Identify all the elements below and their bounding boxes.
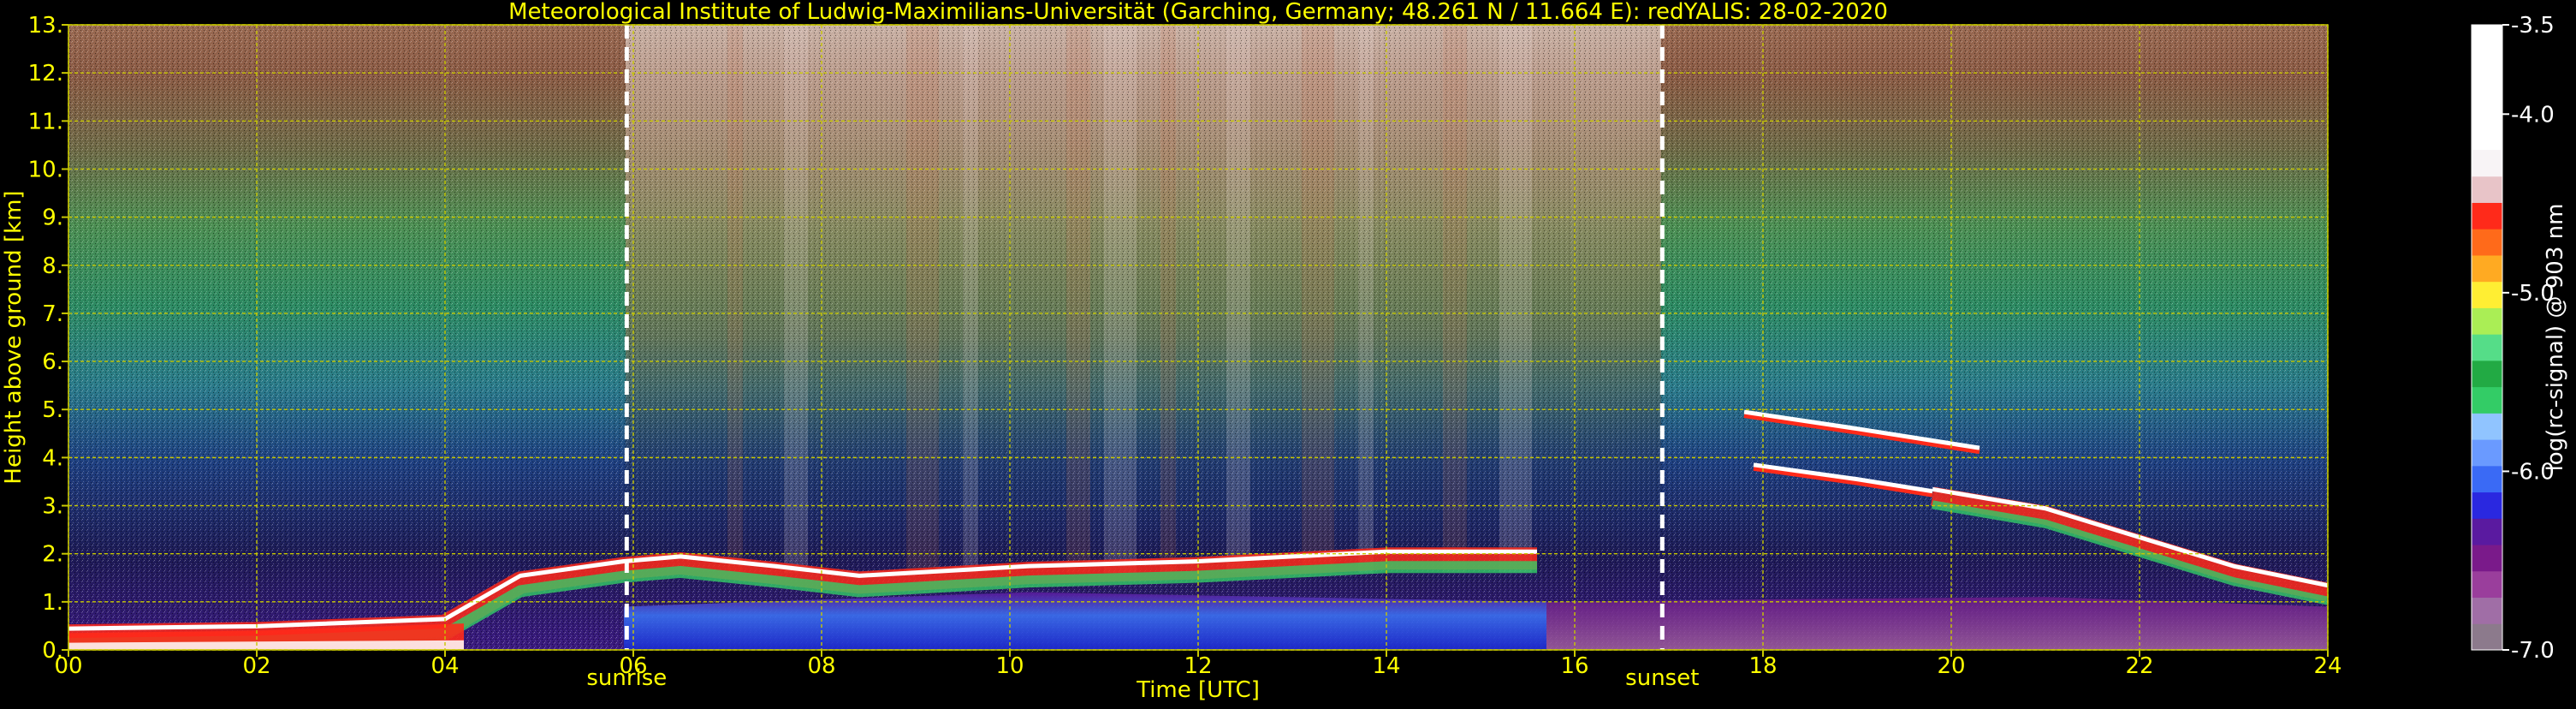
y-tick-label: 12. bbox=[28, 61, 63, 86]
y-tick-label: 10. bbox=[28, 157, 63, 182]
x-tick-label: 18 bbox=[1748, 653, 1777, 679]
y-tick-label: 4. bbox=[42, 445, 63, 471]
y-tick-label: 5. bbox=[42, 397, 63, 423]
x-axis: 00 02 04 06 08 10 12 14 16 18 20 22 24 bbox=[54, 650, 2342, 679]
colorbar-segment bbox=[2472, 597, 2502, 624]
colorbar-segment bbox=[2472, 150, 2502, 177]
colorbar-segment bbox=[2472, 465, 2502, 493]
chart-title: Meteorological Institute of Ludwig-Maxim… bbox=[508, 0, 1888, 25]
colorbar-segment bbox=[2472, 413, 2502, 440]
y-tick-label: 11. bbox=[28, 109, 63, 134]
y-tick-label: 0. bbox=[42, 638, 63, 664]
colorbar-tick-label: -4.0 bbox=[2511, 102, 2555, 128]
y-tick-label: 2. bbox=[42, 542, 63, 568]
x-tick-label: 24 bbox=[2313, 653, 2342, 679]
y-tick-label: 13. bbox=[28, 13, 63, 39]
colorbar-segment bbox=[2472, 492, 2502, 519]
event-label: sunset bbox=[1625, 665, 1699, 691]
colorbar-segment bbox=[2472, 281, 2502, 308]
x-tick-label: 22 bbox=[2125, 653, 2153, 679]
colorbar-segment bbox=[2472, 439, 2502, 467]
x-axis-label: Time [UTC] bbox=[1136, 677, 1260, 703]
colorbar-tick-label: -3.5 bbox=[2511, 13, 2555, 39]
x-tick-label: 14 bbox=[1372, 653, 1400, 679]
colorbar-segment bbox=[2472, 307, 2502, 335]
y-tick-label: 9. bbox=[42, 206, 63, 231]
x-tick-label: 16 bbox=[1560, 653, 1588, 679]
x-tick-label: 06 bbox=[619, 653, 647, 679]
colorbar-segment bbox=[2472, 570, 2502, 599]
y-tick-label: 8. bbox=[42, 253, 63, 279]
x-tick-label: 08 bbox=[807, 653, 835, 679]
colorbar-segment bbox=[2472, 202, 2502, 229]
colorbar-segment bbox=[2472, 360, 2502, 388]
y-tick-label: 6. bbox=[42, 349, 63, 375]
colorbar-segment bbox=[2472, 386, 2502, 414]
lidar-figure: sunrise sunset 00 02 04 06 08 10 12 14 16 18 20 22 24… bbox=[0, 0, 2576, 706]
x-tick-label: 12 bbox=[1184, 653, 1212, 679]
x-tick-label: 10 bbox=[995, 653, 1024, 679]
y-axis: 0. 1. 2. 3. 4. 5. 6. 7. 8. 9. 10. 11. 12. 13. bbox=[28, 13, 68, 664]
y-axis-label: Height above ground [km] bbox=[1, 190, 27, 484]
colorbar-tick-label: -7.0 bbox=[2511, 638, 2555, 664]
colorbar-segment bbox=[2472, 623, 2502, 651]
colorbar-label: log(rc-signal) @ 903 nm bbox=[2543, 204, 2568, 472]
x-tick-label: 04 bbox=[430, 653, 459, 679]
colorbar-segment bbox=[2472, 176, 2502, 203]
y-tick-label: 3. bbox=[42, 494, 63, 520]
colorbar-segment bbox=[2472, 25, 2502, 150]
y-tick-label: 1. bbox=[42, 590, 63, 616]
x-tick-label: 20 bbox=[1937, 653, 1965, 679]
colorbar-segment bbox=[2472, 254, 2502, 283]
x-tick-label: 02 bbox=[242, 653, 270, 679]
colorbar-segment bbox=[2472, 518, 2502, 545]
colorbar-segment bbox=[2472, 545, 2502, 572]
colorbar-segment bbox=[2472, 334, 2502, 361]
colorbar-segment bbox=[2472, 229, 2502, 256]
y-tick-label: 7. bbox=[42, 301, 63, 327]
lidar-chart: sunrise sunset 00 02 04 06 08 10 12 14 16 18 20 22 24… bbox=[1, 0, 2568, 703]
